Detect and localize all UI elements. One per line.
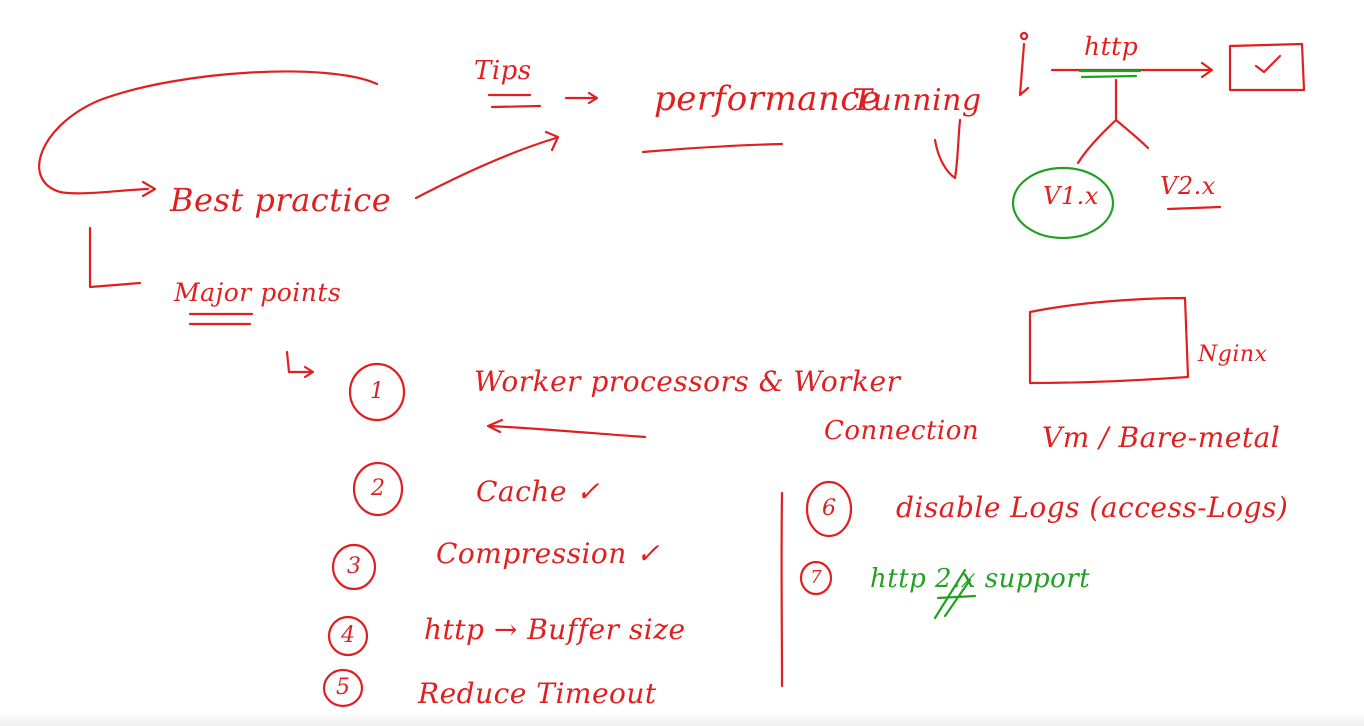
v2-underline xyxy=(1166,205,1222,211)
point-arrow xyxy=(285,350,315,379)
major-points-label: Major points xyxy=(174,278,342,307)
point-number-4: 4 xyxy=(341,623,355,648)
loop-stroke xyxy=(38,70,379,195)
bottom-scroll-shade xyxy=(0,712,1364,726)
point-text-1: Worker processors & Worker xyxy=(474,365,901,398)
worker-underline xyxy=(486,418,647,439)
point-text-6: disable Logs (access-Logs) xyxy=(896,491,1289,524)
vm-baremetal-label: Vm / Bare-metal xyxy=(1042,421,1281,454)
point-number-3: 3 xyxy=(347,554,361,579)
http-top-label: http xyxy=(1084,32,1139,61)
tips-label: Tips xyxy=(474,56,532,86)
tips-arrow xyxy=(564,91,599,105)
point-number-2: 2 xyxy=(371,476,385,501)
point-text-4: http → Buffer size xyxy=(424,613,686,646)
bracket-stroke xyxy=(88,226,142,289)
point-number-1: 1 xyxy=(370,379,384,404)
tips-underline xyxy=(487,93,542,109)
point-text-3: Compression ✓ xyxy=(436,537,661,570)
best-practice-label: Best practice xyxy=(170,181,392,219)
client-glyph xyxy=(1018,31,1030,97)
tunning-tail xyxy=(933,118,962,180)
point-number-5: 5 xyxy=(336,675,350,700)
http-green-highlight xyxy=(1078,69,1142,79)
v2-label: V2.x xyxy=(1160,172,1216,200)
point-text-5: Reduce Timeout xyxy=(418,677,657,710)
performance-label: performance xyxy=(654,79,881,119)
point-text-2: Cache ✓ xyxy=(476,475,601,508)
http-branch xyxy=(1076,78,1150,165)
v1-label: V1.x xyxy=(1043,182,1099,210)
major-underline xyxy=(188,312,254,326)
point-number-7: 7 xyxy=(810,567,822,588)
point-text-1-cont: Connection xyxy=(824,416,980,446)
nginx-box xyxy=(1028,296,1190,385)
server-box xyxy=(1228,42,1306,92)
performance-underline xyxy=(641,142,784,154)
diag-arrow-stroke xyxy=(414,136,558,200)
point-text-7: http 2.x support xyxy=(870,564,1091,594)
server-check xyxy=(1254,54,1282,74)
green-ink-strokes xyxy=(933,69,1142,620)
tunning-label: Tunning xyxy=(852,83,982,118)
point-number-6: 6 xyxy=(822,496,836,521)
nginx-label: Nginx xyxy=(1198,342,1268,367)
